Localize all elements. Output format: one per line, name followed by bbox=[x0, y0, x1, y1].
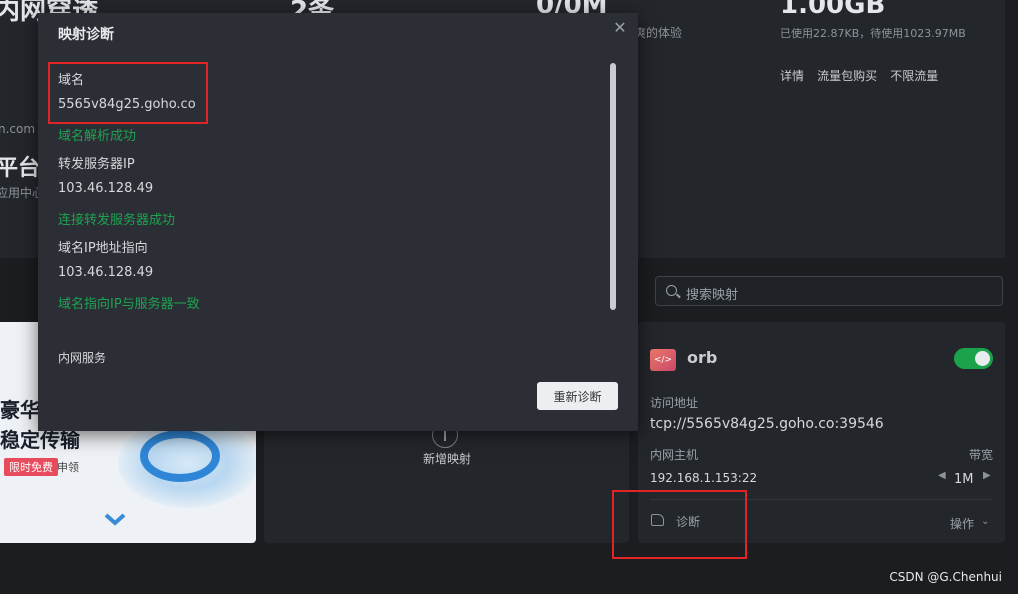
modal-scrollbar[interactable] bbox=[610, 63, 616, 310]
watermark: CSDN @G.Chenhui bbox=[889, 570, 1002, 584]
unlimited-traffic-link[interactable]: 不限流量 bbox=[890, 69, 938, 83]
code-icon: </> bbox=[650, 349, 676, 371]
search-placeholder: 搜索映射 bbox=[686, 288, 739, 303]
diag-row-connect-success: 连接转发服务器成功 bbox=[58, 213, 176, 228]
actions-menu[interactable]: 操作 bbox=[950, 515, 974, 532]
diag-row-domain-ip-value: 103.46.128.49 bbox=[58, 265, 154, 280]
access-address-label: 访问地址 bbox=[650, 396, 699, 410]
traffic-total: 1.00GB bbox=[780, 0, 886, 20]
claim-link[interactable]: 申领 bbox=[57, 459, 79, 475]
diag-row-dns-success: 域名解析成功 bbox=[58, 129, 137, 144]
intranet-service-label: 内网服务 bbox=[58, 351, 107, 365]
platform-title: 平台 bbox=[0, 156, 41, 181]
traffic-links: 详情 流量包购买 不限流量 bbox=[780, 65, 946, 84]
chevron-down-icon: ⌄ bbox=[981, 516, 990, 527]
diag-row-server-ip-label: 转发服务器IP bbox=[58, 157, 135, 172]
traffic-detail: 已使用22.87KB，待使用1023.97MB bbox=[780, 27, 966, 40]
mapping-name: orb bbox=[687, 348, 718, 367]
bandwidth-decrease-icon[interactable]: ◀ bbox=[938, 470, 946, 481]
search-icon bbox=[666, 285, 677, 296]
host-value: 192.168.1.153:22 bbox=[650, 471, 758, 485]
promo-ring-graphic bbox=[140, 430, 220, 482]
search-mapping-input[interactable]: 搜索映射 bbox=[655, 276, 1003, 306]
traffic-detail-link[interactable]: 详情 bbox=[780, 69, 804, 83]
diag-row-domain-ip-label: 域名IP地址指向 bbox=[58, 241, 148, 256]
free-badge: 限时免费 bbox=[4, 458, 58, 476]
bandwidth-label: 带宽 bbox=[969, 448, 994, 462]
new-mapping-label: 新增映射 bbox=[423, 452, 472, 466]
retry-diagnosis-button[interactable]: 重新诊断 bbox=[537, 382, 618, 410]
close-icon[interactable]: ✕ bbox=[612, 20, 628, 36]
bandwidth-increase-icon[interactable]: ▶ bbox=[983, 470, 991, 481]
modal-title: 映射诊断 bbox=[58, 27, 114, 43]
diag-row-ip-match-success: 域名指向IP与服务器一致 bbox=[58, 297, 200, 312]
promo-title-1: 豪华 bbox=[0, 398, 40, 422]
chevron-graphic bbox=[104, 513, 126, 526]
domain-highlight-box bbox=[48, 62, 208, 124]
host-label: 内网主机 bbox=[650, 448, 699, 462]
access-address-value[interactable]: tcp://5565v84g25.goho.co:39546 bbox=[650, 416, 884, 432]
diagnosis-modal: 映射诊断 ✕ 域名 5565v84g25.goho.co 域名解析成功 转发服务… bbox=[38, 13, 638, 431]
diag-row-server-ip-value: 103.46.128.49 bbox=[58, 181, 154, 196]
bandwidth-value: 1M bbox=[954, 472, 974, 487]
buy-traffic-link[interactable]: 流量包购买 bbox=[817, 69, 877, 83]
mapping-enable-toggle[interactable] bbox=[954, 348, 993, 369]
domain-suffix: n.com bbox=[0, 122, 36, 136]
diagnose-highlight-box bbox=[612, 490, 747, 559]
